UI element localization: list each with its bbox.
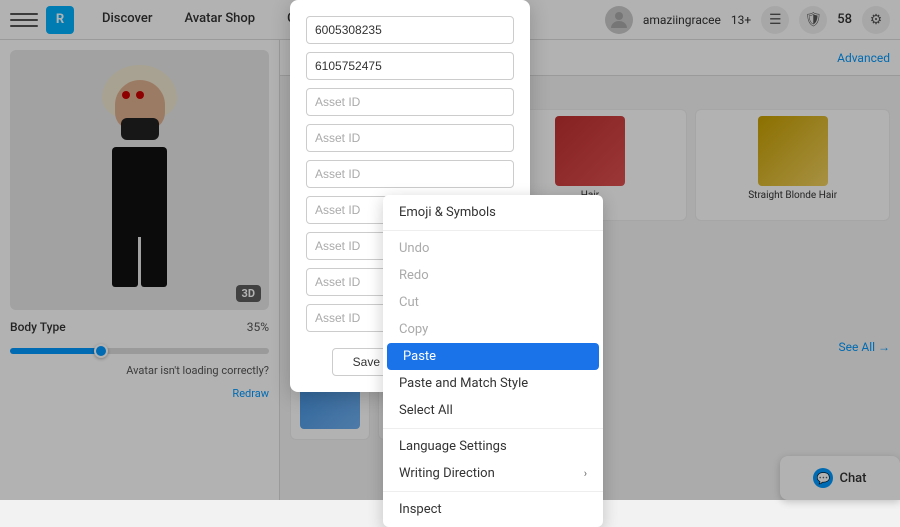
ctx-redo: Redo xyxy=(383,262,603,289)
ctx-writing-direction[interactable]: Writing Direction › xyxy=(383,460,603,487)
ctx-cut: Cut xyxy=(383,289,603,316)
ctx-paste[interactable]: Paste xyxy=(387,343,599,370)
chevron-right-icon: › xyxy=(584,467,587,480)
ctx-divider-2 xyxy=(383,428,603,429)
ctx-copy: Copy xyxy=(383,316,603,343)
asset-id-input-1[interactable] xyxy=(306,16,514,44)
asset-id-input-4[interactable] xyxy=(306,124,514,152)
asset-id-input-5[interactable] xyxy=(306,160,514,188)
asset-id-input-2[interactable] xyxy=(306,52,514,80)
asset-id-input-3[interactable] xyxy=(306,88,514,116)
ctx-undo: Undo xyxy=(383,235,603,262)
ctx-select-all[interactable]: Select All xyxy=(383,397,603,424)
ctx-language-settings[interactable]: Language Settings xyxy=(383,433,603,460)
ctx-divider-3 xyxy=(383,491,603,492)
ctx-emoji-symbols[interactable]: Emoji & Symbols xyxy=(383,199,603,226)
ctx-paste-match[interactable]: Paste and Match Style xyxy=(383,370,603,397)
ctx-inspect[interactable]: Inspect xyxy=(383,496,603,523)
ctx-divider xyxy=(383,230,603,231)
context-menu: Emoji & Symbols Undo Redo Cut Copy Paste… xyxy=(383,195,603,527)
